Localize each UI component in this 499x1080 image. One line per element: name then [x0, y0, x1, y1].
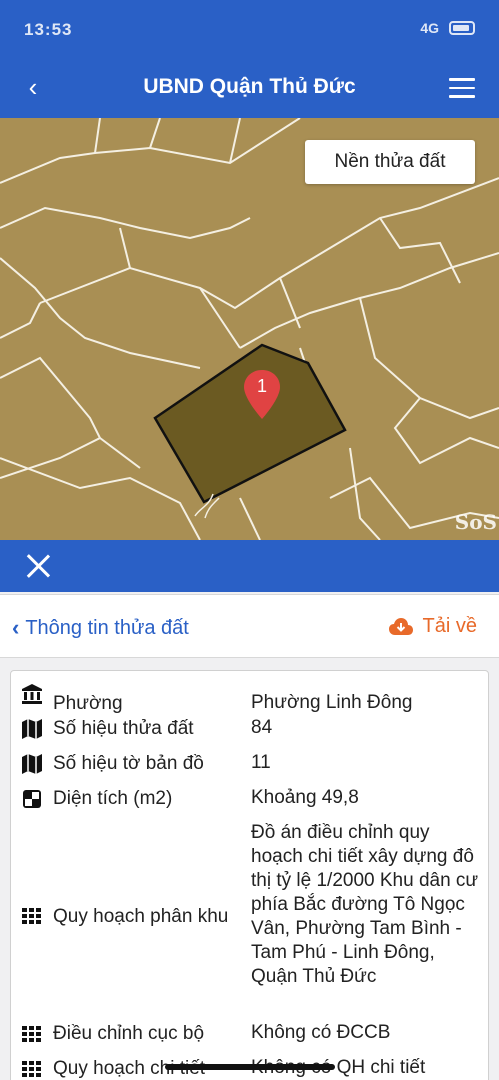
info-label: Quy hoạch phân khu	[53, 906, 229, 927]
info-row-parcel-number: Số hiệu thửa đất 84	[11, 716, 490, 746]
map-view[interactable]: 1 Nền thửa đất SoS	[0, 118, 499, 540]
institution-icon	[22, 684, 42, 704]
grid-icon	[22, 1026, 41, 1042]
cloud-download-icon	[388, 617, 413, 635]
parcel-info-back-link[interactable]: ‹ Thông tin thửa đất	[12, 615, 189, 641]
status-indicators: 4G	[420, 20, 475, 36]
marker-label: 1	[257, 376, 267, 396]
info-label: Số hiệu tờ bản đồ	[53, 753, 204, 774]
status-bar: 13:53 4G	[0, 0, 499, 60]
selected-parcel	[153, 343, 347, 504]
area-icon	[23, 790, 41, 808]
parcel-info-card: Phường Phường Linh Đông Số hiệu thửa đất…	[10, 670, 489, 1080]
map-icon	[22, 719, 42, 739]
parcel-info-title: Thông tin thửa đất	[25, 616, 189, 639]
chevron-left-icon: ‹	[12, 615, 20, 640]
watermark-logo: SoS	[454, 510, 497, 534]
info-value: Khoảng 49,8	[251, 787, 359, 808]
info-value: Đồ án điều chỉnh quy hoạch chi tiết xây …	[251, 822, 479, 987]
grid-icon	[22, 1061, 41, 1077]
info-row-sheet-number: Số hiệu tờ bản đồ 11	[11, 751, 490, 781]
page-title: UBND Quận Thủ Đức	[143, 75, 356, 98]
info-label: Phường	[53, 693, 123, 714]
status-time: 13:53	[24, 20, 73, 39]
layer-toggle-button[interactable]: Nền thửa đất	[305, 140, 475, 184]
info-row-local-adjustment: Điều chỉnh cục bộ Không có ĐCCB	[11, 1021, 490, 1051]
battery-icon	[449, 21, 475, 35]
panel-close-bar	[0, 540, 499, 592]
signal-label: 4G	[420, 20, 439, 36]
info-row-zoning-plan: Quy hoạch phân khu Đồ án điều chỉnh quy …	[11, 821, 490, 1011]
info-value: 84	[251, 717, 273, 738]
info-value: Không có ĐCCB	[251, 1022, 391, 1043]
home-indicator[interactable]	[165, 1064, 335, 1070]
info-header: ‹ Thông tin thửa đất Tải về	[0, 594, 499, 658]
nav-bar: ‹ UBND Quận Thủ Đức	[0, 60, 499, 118]
close-icon[interactable]	[24, 552, 52, 580]
download-label: Tải về	[422, 615, 477, 637]
info-row-area: Diện tích (m2) Khoảng 49,8	[11, 786, 490, 816]
download-button[interactable]: Tải về	[388, 615, 477, 638]
info-label: Diện tích (m2)	[53, 788, 173, 809]
info-row-ward: Phường Phường Linh Đông	[11, 681, 490, 714]
grid-icon	[22, 908, 41, 924]
info-label: Số hiệu thửa đất	[53, 718, 194, 739]
info-value: 11	[251, 752, 271, 773]
hamburger-menu-icon[interactable]	[449, 78, 475, 100]
info-label: Điều chỉnh cục bộ	[53, 1023, 205, 1044]
map-icon	[22, 754, 42, 774]
info-value: Phường Linh Đông	[251, 692, 413, 713]
